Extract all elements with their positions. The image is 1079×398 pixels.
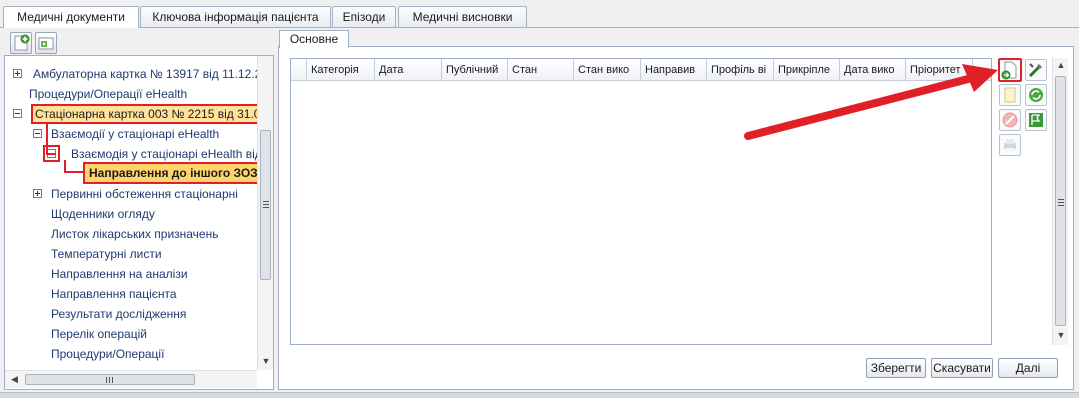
column-header-date[interactable]: Дата (375, 59, 442, 81)
open-document-icon (38, 37, 54, 50)
refresh-icon (1029, 88, 1043, 102)
column-header-category[interactable]: Категорія (307, 59, 375, 81)
tree-item-label: Направлення до іншого ЗОЗ (83, 162, 259, 184)
tree-item-label: Щоденники огляду (51, 207, 155, 221)
tree-item-outpatient-card[interactable]: Амбулаторна картка № 13917 від 11.12.2 (11, 64, 261, 84)
tree-item-operations-list[interactable]: Перелік операцій (51, 324, 147, 344)
tree-item-label: Взаємодії у стаціонарі eHealth (51, 127, 220, 141)
tree-item-label: Перелік операцій (51, 327, 147, 341)
tree-item-study-results[interactable]: Результати дослідження (51, 304, 186, 324)
expand-icon[interactable] (13, 69, 22, 78)
tree-item-label: Амбулаторна картка № 13917 від 11.12.2 (33, 67, 262, 81)
scroll-left-icon[interactable]: ◀ (11, 374, 18, 385)
tree-item-prescriptions-sheet[interactable]: Листок лікарських призначень (51, 224, 218, 244)
tab-episodes[interactable]: Епізоди (332, 6, 396, 27)
refresh-button[interactable] (1025, 84, 1047, 106)
annotation-line (64, 171, 84, 173)
column-header-status[interactable]: Стан (508, 59, 574, 81)
scroll-thumb[interactable] (260, 130, 271, 280)
tree-item-ehealth-interaction[interactable]: Взаємодія у стаціонарі eHealth від (43, 144, 273, 164)
annotation-line (46, 153, 56, 155)
tree-item-label: Направлення пацієнта (51, 287, 177, 301)
tree-item-label: Температурні листи (51, 247, 162, 261)
tree-vertical-scrollbar[interactable]: ▼ (257, 56, 273, 370)
tab-strip-border (0, 27, 1079, 28)
flag-icon (1029, 113, 1043, 127)
tree-horizontal-scrollbar[interactable]: ◀ (5, 370, 257, 388)
cancel-button[interactable]: Скасувати (931, 358, 993, 378)
tab-medical-conclusions[interactable]: Медичні висновки (398, 6, 527, 27)
tree-item-label: Результати дослідження (51, 307, 187, 321)
edit-button[interactable] (1025, 59, 1047, 81)
scroll-down-icon[interactable]: ▼ (258, 356, 273, 366)
tree-item-inpatient-card[interactable]: Стаціонарна картка 003 № 2215 від 31.03 (11, 104, 263, 124)
collapse-icon[interactable] (13, 109, 22, 118)
tree-item-ehealth-procedures[interactable]: Процедури/Операції eHealth (29, 84, 187, 104)
status-strip (0, 392, 1079, 398)
tab-main[interactable]: Основне (279, 30, 349, 48)
tree-item-observation-diaries[interactable]: Щоденники огляду (51, 204, 155, 224)
tree-item-procedures[interactable]: Процедури/Операції (51, 344, 164, 364)
save-button[interactable]: Зберегти (866, 358, 926, 378)
add-document-button[interactable] (10, 32, 32, 54)
tree-item-label: Первинні обстеження стаціонарні (51, 187, 238, 201)
tree-item-lab-referrals[interactable]: Направлення на аналізи (51, 264, 188, 284)
grid-row-indicator (291, 59, 307, 81)
tree-item-referral-to-other-facility[interactable]: Направлення до іншого ЗОЗ (83, 162, 259, 184)
open-document-button[interactable] (35, 32, 57, 54)
panel-vertical-scrollbar[interactable]: ▲ ▼ (1052, 58, 1068, 345)
documents-tree[interactable]: Амбулаторна картка № 13917 від 11.12.2 П… (4, 55, 274, 390)
tree-item-patient-referrals[interactable]: Направлення пацієнта (51, 284, 177, 304)
tab-key-patient-info[interactable]: Ключова інформація пацієнта (140, 6, 331, 27)
add-document-icon (14, 34, 30, 51)
annotation-arrow (744, 64, 998, 140)
next-button[interactable]: Далі (998, 358, 1058, 378)
scroll-thumb[interactable] (1055, 76, 1066, 326)
expand-icon[interactable] (33, 189, 42, 198)
tree-item-label: Процедури/Операції (51, 347, 165, 361)
tree-item-label: Листок лікарських призначень (51, 227, 219, 241)
tree-item-label: Процедури/Операції eHealth (29, 87, 188, 101)
tree-item-temperature-sheets[interactable]: Температурні листи (51, 244, 162, 264)
scroll-up-icon[interactable]: ▲ (1053, 60, 1069, 70)
column-header-public[interactable]: Публічний (442, 59, 508, 81)
annotation-line (46, 122, 48, 154)
column-header-referred-by[interactable]: Направив (641, 59, 707, 81)
scroll-thumb[interactable] (25, 374, 195, 385)
collapse-icon[interactable] (33, 129, 42, 138)
scroll-down-icon[interactable]: ▼ (1053, 330, 1069, 340)
column-header-execution-status[interactable]: Стан вико (574, 59, 641, 81)
tree-item-label: Направлення на аналізи (51, 267, 188, 281)
flag-button[interactable] (1025, 109, 1047, 131)
tree-item-label: Взаємодія у стаціонарі eHealth від (71, 147, 262, 161)
tab-medical-documents[interactable]: Медичні документи (3, 6, 139, 28)
tools-icon (1028, 63, 1042, 78)
tree-item-label: Стаціонарна картка 003 № 2215 від 31.03 (31, 104, 263, 124)
